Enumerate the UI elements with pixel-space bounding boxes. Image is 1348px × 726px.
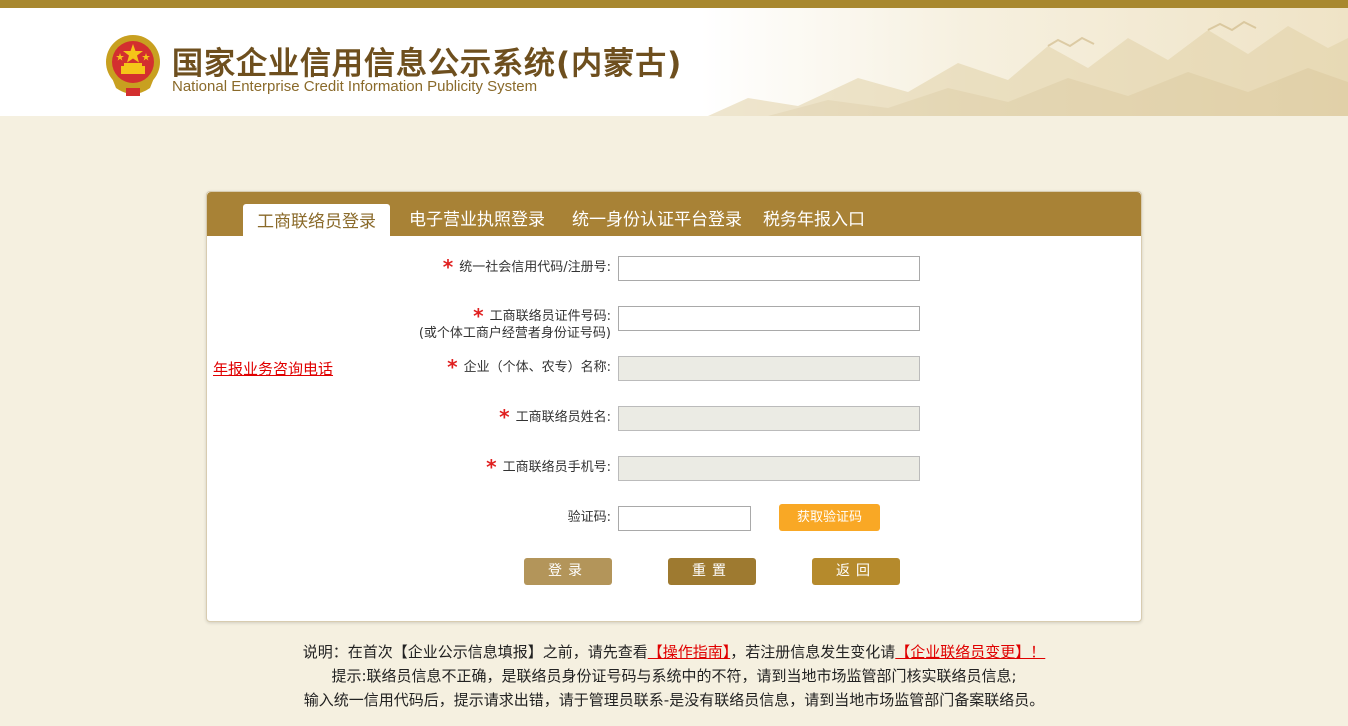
reset-button[interactable]: 重置 [668, 558, 756, 585]
notes-line-2: 提示:联络员信息不正确，是联络员身份证号码与系统中的不符，请到当地市场监管部门核… [331, 667, 1017, 685]
site-title-cn: 国家企业信用信息公示系统(内蒙古) [172, 46, 683, 82]
required-mark: * [499, 405, 510, 429]
liaison-name-input [618, 406, 920, 431]
captcha-input[interactable] [618, 506, 751, 531]
company-name-input [618, 356, 920, 381]
id-number-label: * 工商联络员证件号码: (或个体工商户经营者身份证号码) [418, 304, 611, 341]
mountain-background-icon [708, 20, 1348, 116]
login-panel: 工商联络员登录 电子营业执照登录 统一身份认证平台登录 税务年报入口 年报业务咨… [206, 191, 1142, 622]
liaison-name-label: * 工商联络员姓名: [499, 405, 611, 429]
top-accent-bar [0, 0, 1348, 8]
site-title-en: National Enterprise Credit Information P… [172, 78, 538, 95]
tab-tax-annual-report[interactable]: 税务年报入口 [763, 205, 865, 236]
notes-line-3: 输入统一信用代码后，提示请求出错，请于管理员联系-是没有联络员信息，请到当地市场… [303, 691, 1045, 709]
required-mark: * [442, 255, 454, 279]
get-captcha-button[interactable]: 获取验证码 [779, 504, 880, 531]
tab-unified-auth-login[interactable]: 统一身份认证平台登录 [572, 205, 742, 236]
tab-liaison-login[interactable]: 工商联络员登录 [243, 204, 390, 237]
credit-code-label: * 统一社会信用代码/注册号: [442, 255, 611, 279]
site-header: 国家企业信用信息公示系统(内蒙古) National Enterprise Cr… [0, 8, 1348, 116]
liaison-phone-label: * 工商联络员手机号: [486, 455, 611, 479]
login-tab-bar: 工商联络员登录 电子营业执照登录 统一身份认证平台登录 税务年报入口 [207, 192, 1141, 237]
notes-line-1: 说明：在首次【企业公示信息填报】之前，请先查看【操作指南】，若注册信息发生变化请… [302, 643, 1046, 661]
national-emblem-icon [106, 35, 160, 96]
liaison-change-link[interactable]: 【企业联络员变更】！ [895, 643, 1045, 661]
id-number-input[interactable] [618, 306, 920, 331]
notes-section: 说明：在首次【企业公示信息填报】之前，请先查看【操作指南】，若注册信息发生变化请… [0, 640, 1348, 712]
annual-report-hotline-link[interactable]: 年报业务咨询电话 [213, 358, 333, 379]
credit-code-input[interactable] [618, 256, 920, 281]
login-button[interactable]: 登录 [524, 558, 612, 585]
captcha-label: 验证码: [567, 510, 611, 525]
required-mark: * [486, 455, 497, 479]
back-button[interactable]: 返回 [812, 558, 900, 585]
company-name-label: * 企业（个体、农专）名称: [447, 355, 611, 379]
tab-e-license-login[interactable]: 电子营业执照登录 [409, 205, 545, 236]
required-mark: * [447, 355, 458, 379]
operation-guide-link[interactable]: 【操作指南】 [648, 643, 731, 661]
liaison-phone-input [618, 456, 920, 481]
